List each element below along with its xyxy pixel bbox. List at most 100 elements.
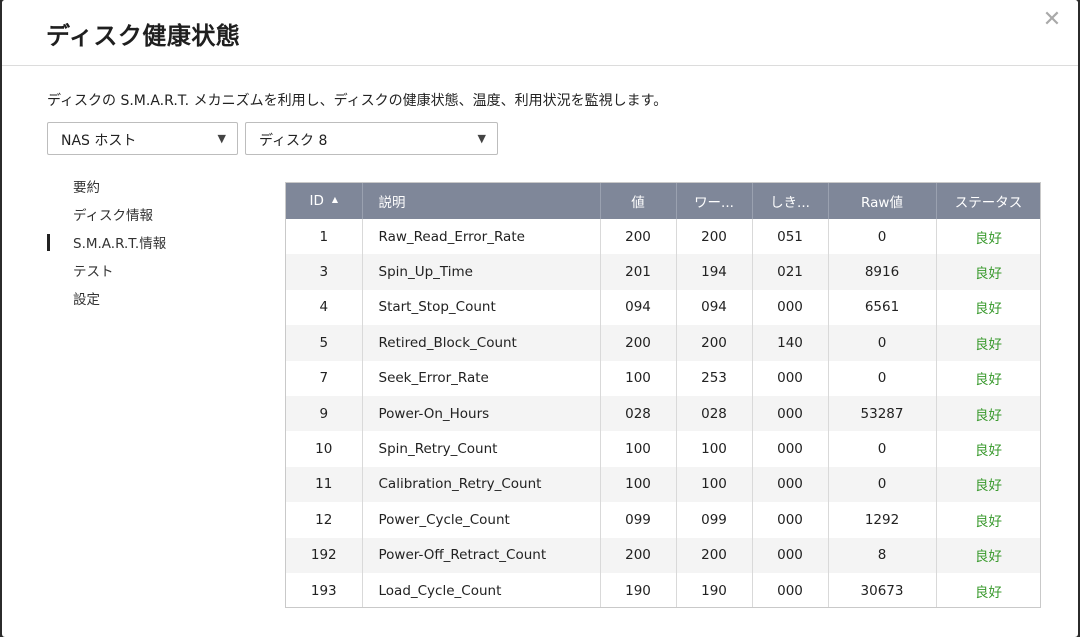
table-row[interactable]: 192 Power-Off_Retract_Count 200 200 000 8 良好 (286, 537, 1040, 573)
cell-raw: 0 (828, 431, 937, 467)
cell-description: Power_Cycle_Count (362, 502, 601, 538)
close-icon[interactable]: ✕ (1038, 6, 1066, 34)
table-row[interactable]: 7 Seek_Error_Rate 100 253 000 0 良好 (286, 360, 1040, 396)
table-row[interactable]: 11 Calibration_Retry_Count 100 100 000 0 良好 (286, 466, 1040, 503)
cell-id: 4 (286, 289, 363, 326)
chevron-down-icon: ▼ (217, 132, 226, 145)
table-row[interactable]: 1 Raw_Read_Error_Rate 200 200 051 0 良好 (286, 219, 1040, 255)
cell-status: 良好 (936, 395, 1040, 432)
cell-id: 5 (286, 325, 363, 361)
cell-description: Retired_Block_Count (362, 325, 601, 361)
table-header-row: ID ▲ 説明 値 ワー... しき... Raw値 ステータス (286, 183, 1040, 219)
column-header-raw[interactable]: Raw値 (828, 183, 937, 219)
cell-threshold: 000 (752, 537, 829, 573)
cell-status: 良好 (936, 289, 1040, 326)
cell-value: 100 (600, 360, 677, 396)
cell-status: 良好 (936, 502, 1040, 538)
cell-value: 100 (600, 466, 677, 503)
cell-worst: 190 (676, 572, 753, 607)
cell-description: Power-On_Hours (362, 395, 601, 432)
column-header-label: ID (309, 193, 324, 209)
sidenav-item-test[interactable]: テスト (47, 262, 247, 290)
cell-threshold: 140 (752, 325, 829, 361)
cell-id: 10 (286, 431, 363, 467)
sidenav-item-disk-info[interactable]: ディスク情報 (47, 206, 247, 234)
sort-asc-icon: ▲ (331, 195, 339, 204)
cell-description: Spin_Up_Time (362, 254, 601, 290)
side-nav: 要約 ディスク情報 S.M.A.R.T.情報 テスト 設定 (47, 178, 247, 318)
table-row[interactable]: 5 Retired_Block_Count 200 200 140 0 良好 (286, 325, 1040, 361)
table-row[interactable]: 4 Start_Stop_Count 094 094 000 6561 良好 (286, 289, 1040, 326)
column-header-status[interactable]: ステータス (936, 183, 1040, 219)
cell-id: 9 (286, 395, 363, 432)
cell-worst: 100 (676, 431, 753, 467)
column-header-worst[interactable]: ワー... (676, 183, 753, 219)
cell-threshold: 000 (752, 502, 829, 538)
cell-raw: 8 (828, 537, 937, 573)
host-select[interactable]: NAS ホスト ▼ (47, 122, 238, 155)
cell-threshold: 021 (752, 254, 829, 290)
column-header-description[interactable]: 説明 (362, 183, 601, 219)
table-row[interactable]: 12 Power_Cycle_Count 099 099 000 1292 良好 (286, 502, 1040, 538)
chevron-down-icon: ▼ (477, 132, 486, 145)
cell-description: Power-Off_Retract_Count (362, 537, 601, 573)
cell-id: 193 (286, 572, 363, 607)
cell-threshold: 000 (752, 572, 829, 607)
cell-raw: 0 (828, 325, 937, 361)
cell-status: 良好 (936, 431, 1040, 467)
cell-worst: 100 (676, 466, 753, 503)
sidenav-item-smart-info[interactable]: S.M.A.R.T.情報 (47, 234, 247, 262)
cell-value: 200 (600, 325, 677, 361)
cell-threshold: 000 (752, 289, 829, 326)
table-row[interactable]: 10 Spin_Retry_Count 100 100 000 0 良好 (286, 431, 1040, 467)
cell-description: Seek_Error_Rate (362, 360, 601, 396)
cell-threshold: 000 (752, 431, 829, 467)
cell-status: 良好 (936, 325, 1040, 361)
cell-status: 良好 (936, 466, 1040, 503)
cell-threshold: 051 (752, 219, 829, 255)
cell-raw: 1292 (828, 502, 937, 538)
cell-worst: 028 (676, 395, 753, 432)
smart-table: ID ▲ 説明 値 ワー... しき... Raw値 ステータス 1 Raw_Rea… (286, 183, 1040, 607)
cell-worst: 200 (676, 219, 753, 255)
smart-table-container: ID ▲ 説明 値 ワー... しき... Raw値 ステータス 1 Raw_Rea… (285, 182, 1041, 608)
cell-raw: 0 (828, 360, 937, 396)
cell-id: 3 (286, 254, 363, 290)
dialog-description: ディスクの S.M.A.R.T. メカニズムを利用し、ディスクの健康状態、温度、… (47, 93, 668, 109)
cell-value: 200 (600, 219, 677, 255)
cell-status: 良好 (936, 219, 1040, 255)
cell-raw: 6561 (828, 289, 937, 326)
dialog-title: ディスク健康状態 (46, 22, 241, 50)
column-header-threshold[interactable]: しき... (752, 183, 829, 219)
sidenav-item-settings[interactable]: 設定 (47, 290, 247, 318)
cell-worst: 194 (676, 254, 753, 290)
cell-description: Start_Stop_Count (362, 289, 601, 326)
cell-value: 190 (600, 572, 677, 607)
cell-value: 028 (600, 395, 677, 432)
cell-worst: 253 (676, 360, 753, 396)
cell-id: 192 (286, 537, 363, 573)
disk-select[interactable]: ディスク 8 ▼ (245, 122, 498, 155)
table-row[interactable]: 3 Spin_Up_Time 201 194 021 8916 良好 (286, 254, 1040, 290)
cell-raw: 0 (828, 466, 937, 503)
column-header-id[interactable]: ID ▲ (286, 183, 363, 219)
cell-value: 094 (600, 289, 677, 326)
cell-raw: 53287 (828, 395, 937, 432)
cell-worst: 094 (676, 289, 753, 326)
cell-id: 1 (286, 219, 363, 255)
cell-id: 7 (286, 360, 363, 396)
table-row[interactable]: 9 Power-On_Hours 028 028 000 53287 良好 (286, 395, 1040, 432)
cell-value: 100 (600, 431, 677, 467)
table-row[interactable]: 193 Load_Cycle_Count 190 190 000 30673 良好 (286, 572, 1040, 607)
cell-value: 201 (600, 254, 677, 290)
cell-threshold: 000 (752, 360, 829, 396)
cell-worst: 200 (676, 537, 753, 573)
cell-description: Spin_Retry_Count (362, 431, 601, 467)
column-header-value[interactable]: 値 (600, 183, 677, 219)
cell-status: 良好 (936, 360, 1040, 396)
cell-value: 099 (600, 502, 677, 538)
disk-select-value: ディスク 8 (259, 133, 328, 149)
sidenav-item-summary[interactable]: 要約 (47, 178, 247, 206)
cell-value: 200 (600, 537, 677, 573)
cell-raw: 8916 (828, 254, 937, 290)
